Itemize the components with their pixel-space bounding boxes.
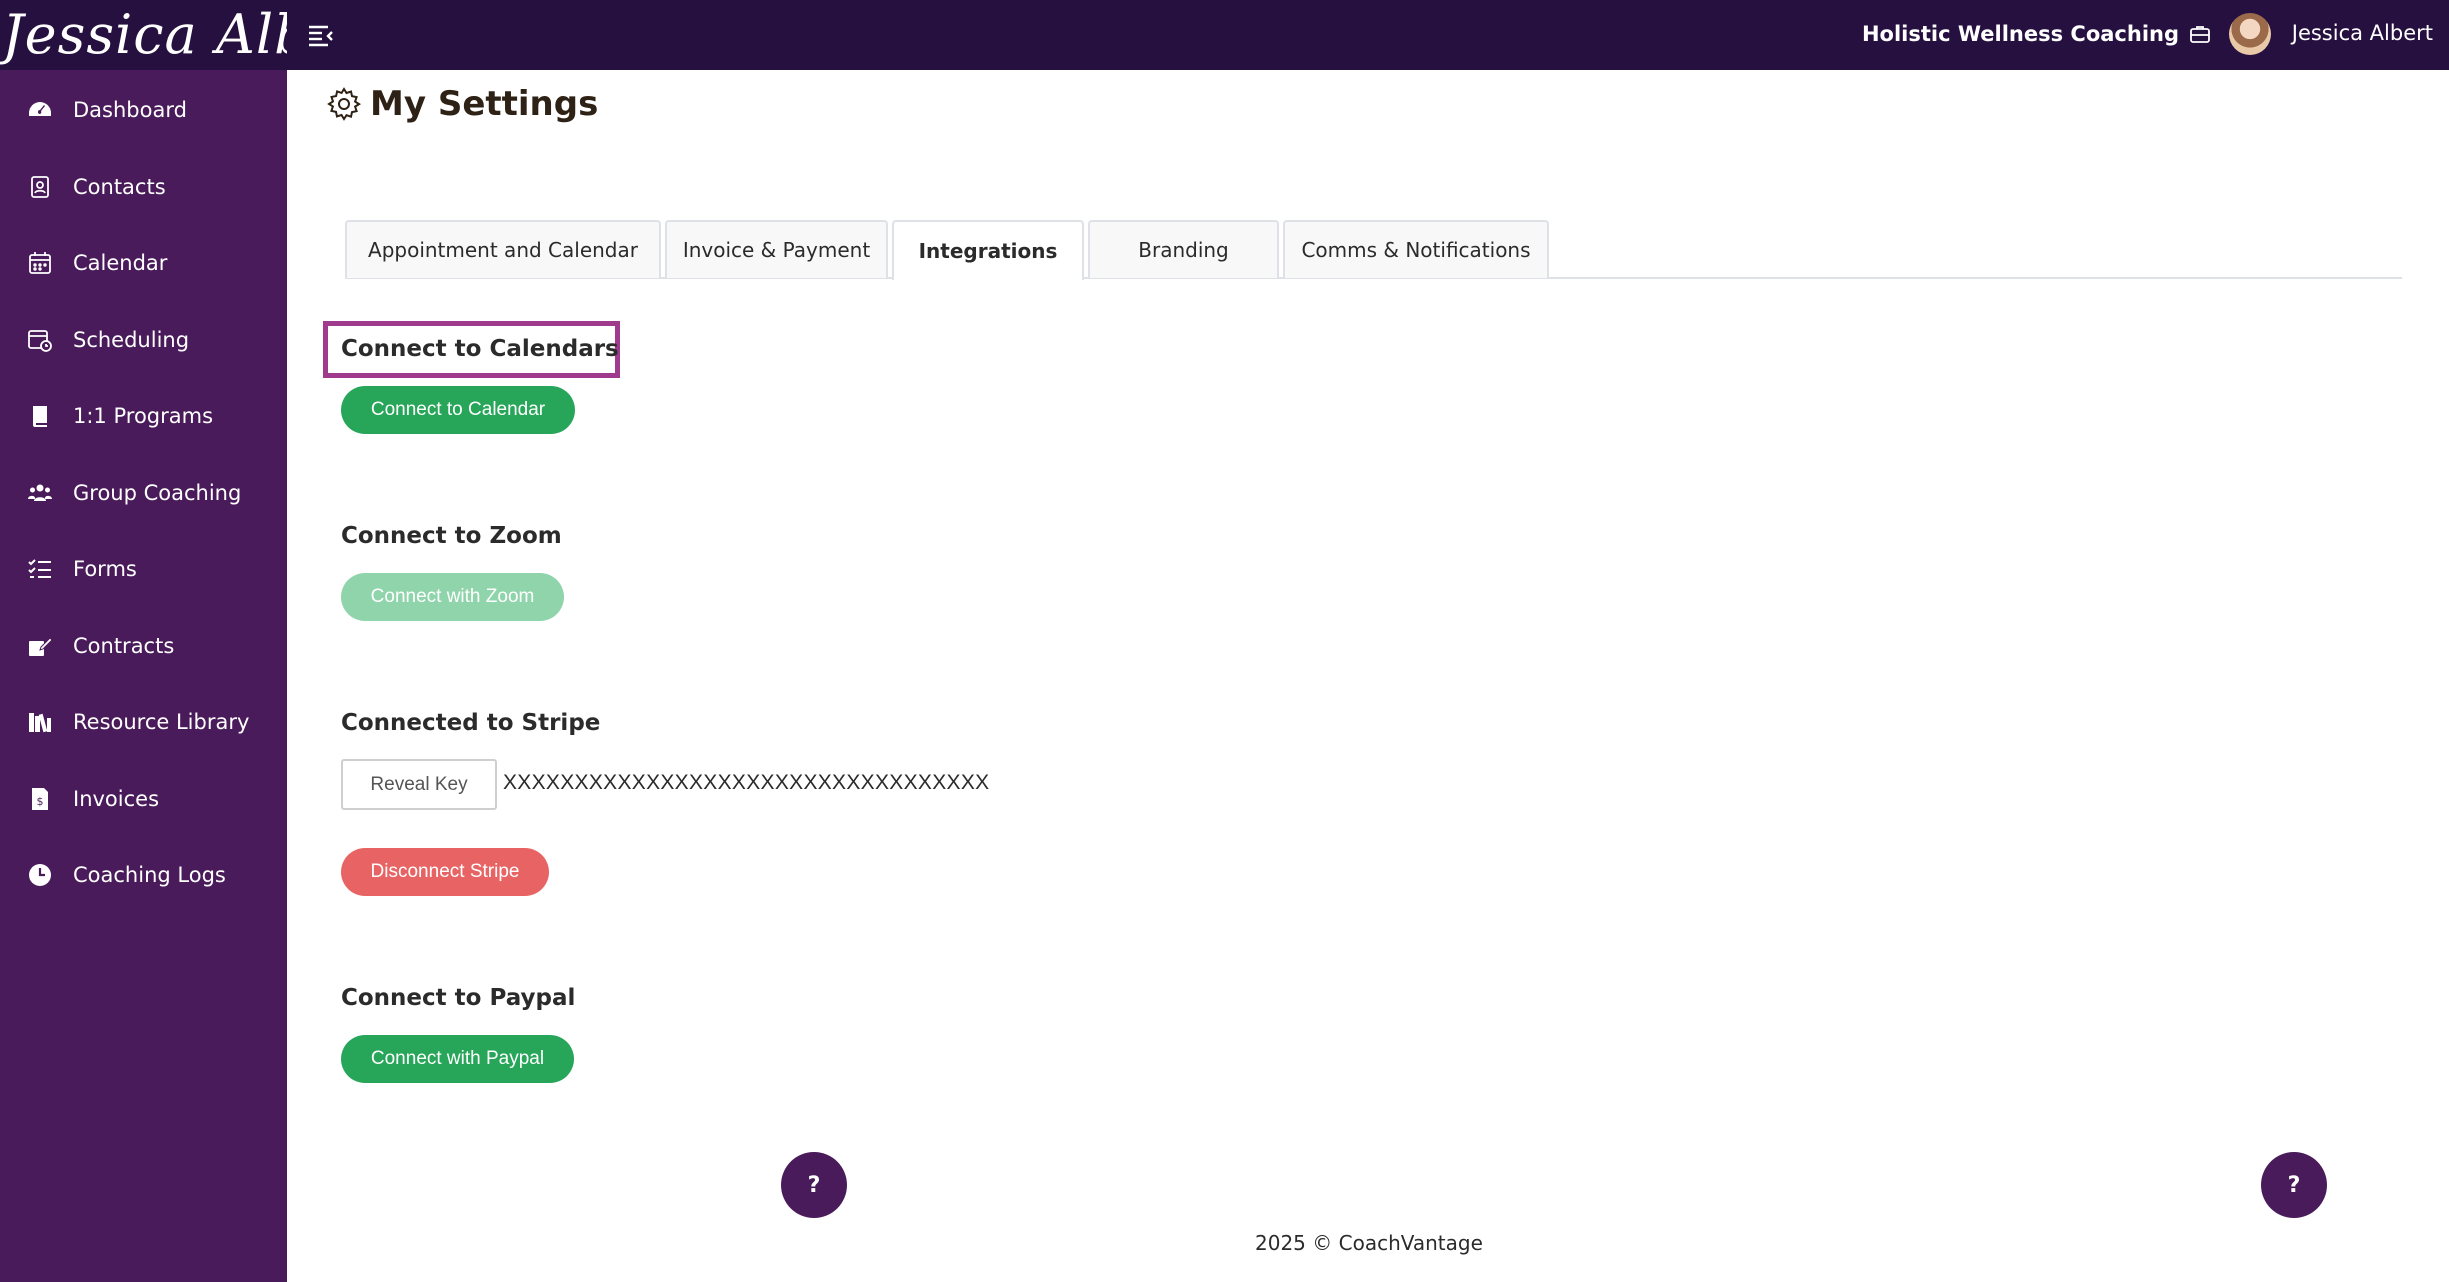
sidebar-item-contracts[interactable]: Contracts xyxy=(0,616,287,676)
connect-calendar-button[interactable]: Connect to Calendar xyxy=(341,386,575,434)
zoom-section-title: Connect to Zoom xyxy=(341,523,562,549)
sidebar-item-label: Resource Library xyxy=(73,710,250,734)
sidebar-item-dashboard[interactable]: Dashboard xyxy=(0,80,287,140)
sidebar-item-label: 1:1 Programs xyxy=(73,404,214,428)
tab-comms-notifications[interactable]: Comms & Notifications xyxy=(1283,220,1549,278)
tab-appointment-calendar[interactable]: Appointment and Calendar xyxy=(345,220,661,278)
paypal-section-title: Connect to Paypal xyxy=(341,985,576,1011)
briefcase-icon[interactable] xyxy=(2188,22,2212,46)
sidebar-item-forms[interactable]: Forms xyxy=(0,539,287,599)
sidebar-item-group-coaching[interactable]: Group Coaching xyxy=(0,463,287,523)
sidebar-item-contacts[interactable]: Contacts xyxy=(0,157,287,217)
sidebar-item-label: Coaching Logs xyxy=(73,863,226,887)
dashboard-gauge-icon xyxy=(26,96,54,124)
sidebar-item-label: Contacts xyxy=(73,175,166,199)
clock-icon xyxy=(26,861,54,889)
tab-integrations[interactable]: Integrations xyxy=(892,220,1084,280)
sidebar-item-invoices[interactable]: $ Invoices xyxy=(0,769,287,829)
tab-invoice-payment[interactable]: Invoice & Payment xyxy=(665,220,888,278)
book-icon xyxy=(26,402,54,430)
calendars-section-title: Connect to Calendars xyxy=(341,336,619,362)
sidebar-item-label: Invoices xyxy=(73,787,160,811)
user-name[interactable]: Jessica Albert xyxy=(2292,21,2433,45)
top-bar: Jessica Albert Holistic Wellness Coachin… xyxy=(0,0,2449,70)
sidebar-item-label: Contracts xyxy=(73,634,175,658)
footer-copyright: 2025 © CoachVantage xyxy=(1255,1231,1483,1255)
sidebar-item-programs[interactable]: 1:1 Programs xyxy=(0,386,287,446)
library-icon xyxy=(26,708,54,736)
connect-zoom-button[interactable]: Connect with Zoom xyxy=(341,573,564,621)
sidebar-item-label: Scheduling xyxy=(73,328,190,352)
sidebar-item-coaching-logs[interactable]: Coaching Logs xyxy=(0,845,287,905)
calendar-icon xyxy=(26,249,54,277)
disconnect-stripe-button[interactable]: Disconnect Stripe xyxy=(341,848,549,896)
sidebar-item-label: Dashboard xyxy=(73,98,187,122)
sidebar-item-label: Calendar xyxy=(73,251,168,275)
help-button-right[interactable]: ? xyxy=(2261,1152,2327,1218)
sidebar-item-scheduling[interactable]: Scheduling xyxy=(0,310,287,370)
invoice-icon: $ xyxy=(26,785,54,813)
tab-branding[interactable]: Branding xyxy=(1088,220,1279,278)
contact-book-icon xyxy=(26,173,54,201)
gear-icon xyxy=(327,87,361,121)
reveal-key-button[interactable]: Reveal Key xyxy=(341,759,497,810)
avatar[interactable] xyxy=(2229,13,2271,55)
checklist-icon xyxy=(26,555,54,583)
stripe-key-masked: XXXXXXXXXXXXXXXXXXXXXXXXXXXXXXXXXX xyxy=(503,771,990,794)
signature-icon xyxy=(26,632,54,660)
svg-text:$: $ xyxy=(37,795,44,808)
help-button[interactable]: ? xyxy=(781,1152,847,1218)
page-title: My Settings xyxy=(370,84,599,124)
sidebar-item-calendar[interactable]: Calendar xyxy=(0,233,287,293)
sidebar-item-resource-library[interactable]: Resource Library xyxy=(0,692,287,752)
menu-toggle-icon[interactable] xyxy=(306,22,336,50)
stripe-section-title: Connected to Stripe xyxy=(341,710,601,736)
logo[interactable]: Jessica Albert xyxy=(0,0,287,70)
sidebar-item-label: Forms xyxy=(73,557,137,581)
org-name[interactable]: Holistic Wellness Coaching xyxy=(1862,22,2179,46)
connect-paypal-button[interactable]: Connect with Paypal xyxy=(341,1035,574,1083)
page-header: My Settings xyxy=(326,84,598,124)
calendar-clock-icon xyxy=(26,326,54,354)
sidebar: Dashboard Contacts Calendar Scheduling 1… xyxy=(0,70,287,1282)
sidebar-item-label: Group Coaching xyxy=(73,481,242,505)
users-icon xyxy=(26,479,54,507)
